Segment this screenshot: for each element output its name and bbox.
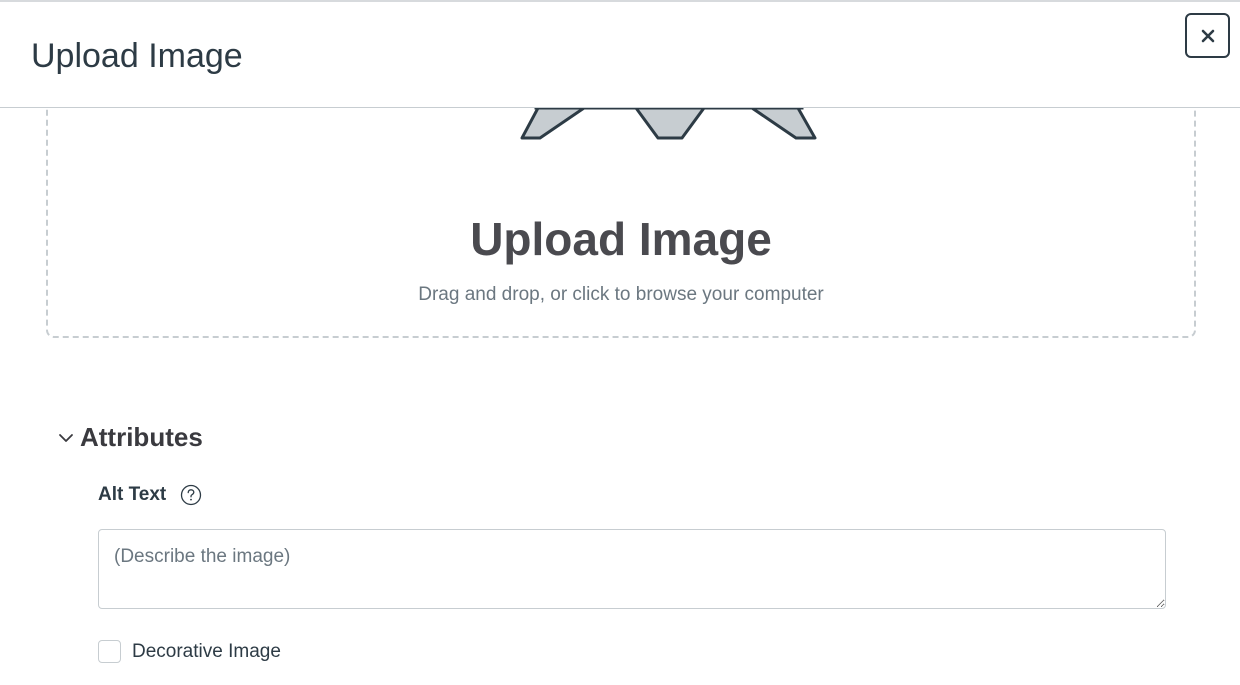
upload-dropzone[interactable]: Upload Image Drag and drop, or click to …	[46, 108, 1196, 338]
attributes-toggle[interactable]: Attributes	[58, 422, 203, 453]
dropzone-hint: Drag and drop, or click to browse your c…	[418, 284, 824, 305]
chevron-down-icon	[59, 433, 73, 442]
attributes-title: Attributes	[80, 422, 203, 452]
close-icon	[1201, 29, 1214, 42]
dropzone-heading: Upload Image	[470, 213, 772, 265]
modal-body: Upload Image Drag and drop, or click to …	[0, 108, 1240, 685]
alt-text-input[interactable]	[98, 529, 1166, 609]
upload-image-modal: Upload Image Upload Image Drag and drop,…	[0, 0, 1240, 685]
close-button[interactable]	[1185, 13, 1230, 58]
decorative-image-option[interactable]: Decorative Image	[98, 640, 281, 663]
decorative-image-checkbox[interactable]	[98, 640, 121, 663]
upload-illustration	[520, 108, 817, 140]
modal-header: Upload Image	[0, 2, 1240, 108]
alt-text-label-row: Alt Text	[98, 484, 202, 506]
decorative-image-label: Decorative Image	[132, 640, 281, 662]
modal-title: Upload Image	[31, 37, 243, 75]
alt-text-label: Alt Text	[98, 484, 167, 505]
question-mark-icon[interactable]	[180, 484, 202, 506]
